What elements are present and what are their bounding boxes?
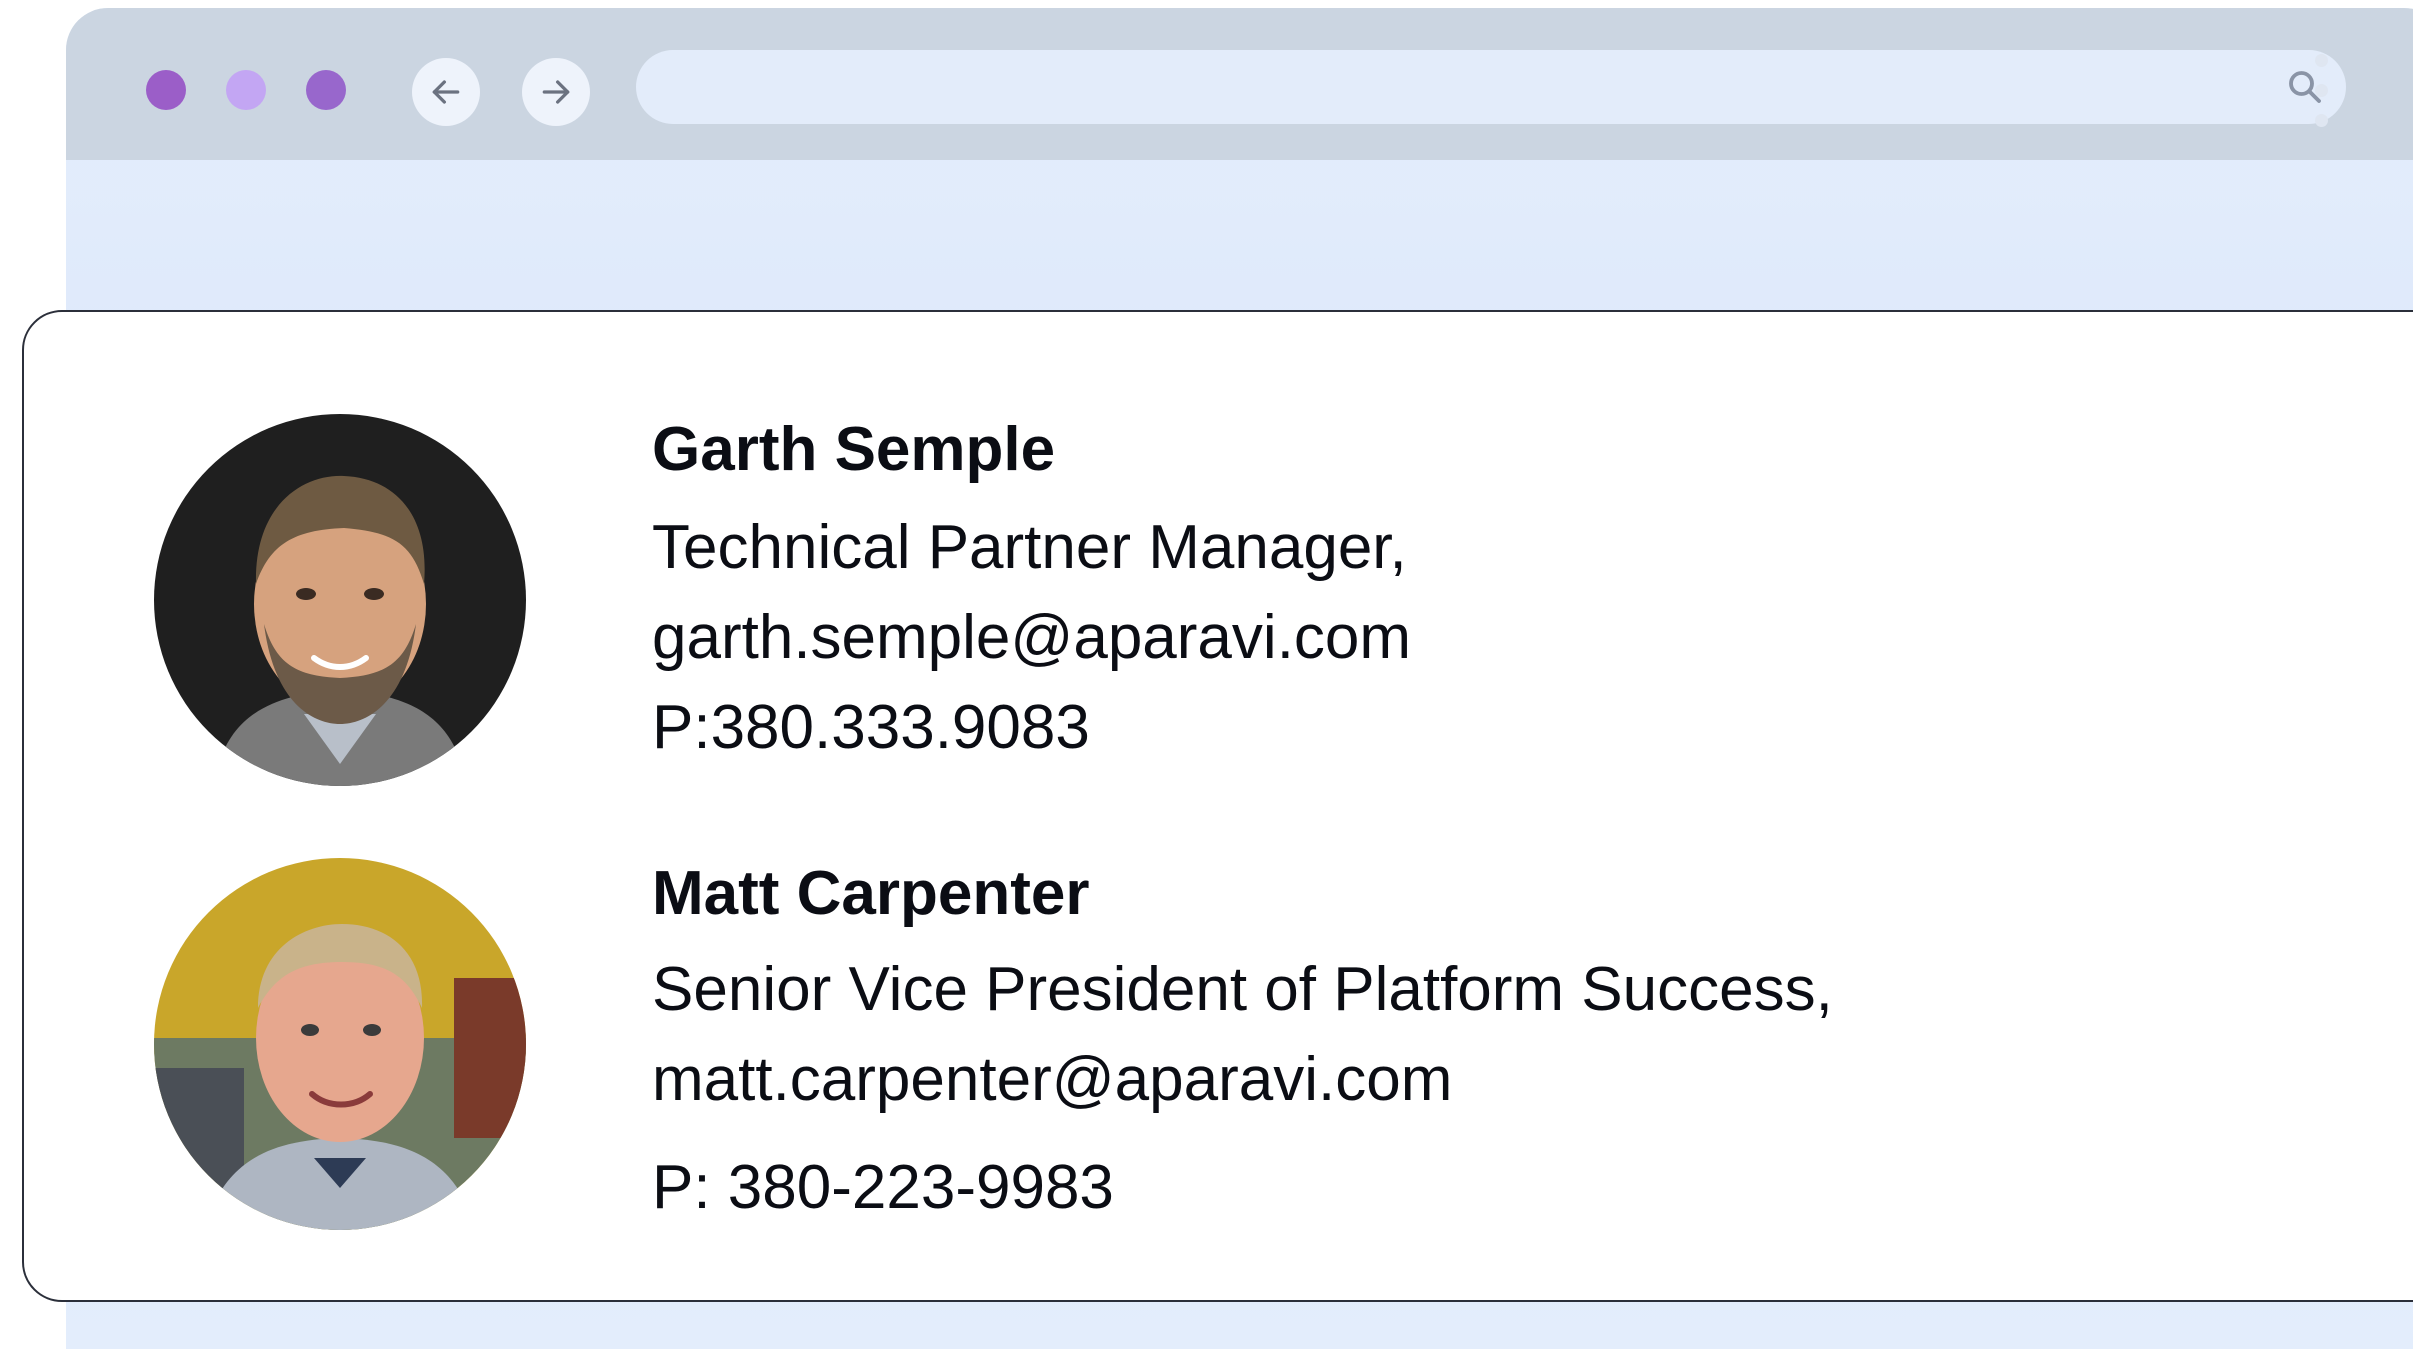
contact-title: Technical Partner Manager, <box>652 513 1407 582</box>
forward-button[interactable] <box>522 58 590 126</box>
contact-phone[interactable]: P: 380-223-9983 <box>652 1152 1114 1223</box>
avatar <box>154 858 526 1230</box>
contact-name: Garth Semple <box>652 415 1056 484</box>
arrow-left-icon <box>432 80 460 104</box>
contact-phone[interactable]: P:380.333.9083 <box>652 692 1090 763</box>
kebab-menu-icon[interactable] <box>2306 46 2336 136</box>
arrow-right-icon <box>542 80 570 104</box>
address-input[interactable] <box>666 50 2230 126</box>
contact-email[interactable]: garth.semple@aparavi.com <box>652 602 1411 673</box>
browser-toolbar <box>66 8 2413 160</box>
avatar-photo <box>154 858 526 1230</box>
address-bar[interactable] <box>636 50 2346 126</box>
contact-email[interactable]: matt.carpenter@aparavi.com <box>652 1044 1452 1115</box>
contact-title: Senior Vice President of Platform Succes… <box>652 955 1833 1024</box>
avatar-photo <box>154 414 526 786</box>
window-close-button[interactable] <box>146 70 186 110</box>
signature-card: Garth Semple Technical Partner Manager, … <box>22 310 2413 1302</box>
contact-name: Matt Carpenter <box>652 859 1090 928</box>
window-minimize-button[interactable] <box>226 70 266 110</box>
back-button[interactable] <box>412 58 480 126</box>
window-maximize-button[interactable] <box>306 70 346 110</box>
avatar <box>154 414 526 786</box>
